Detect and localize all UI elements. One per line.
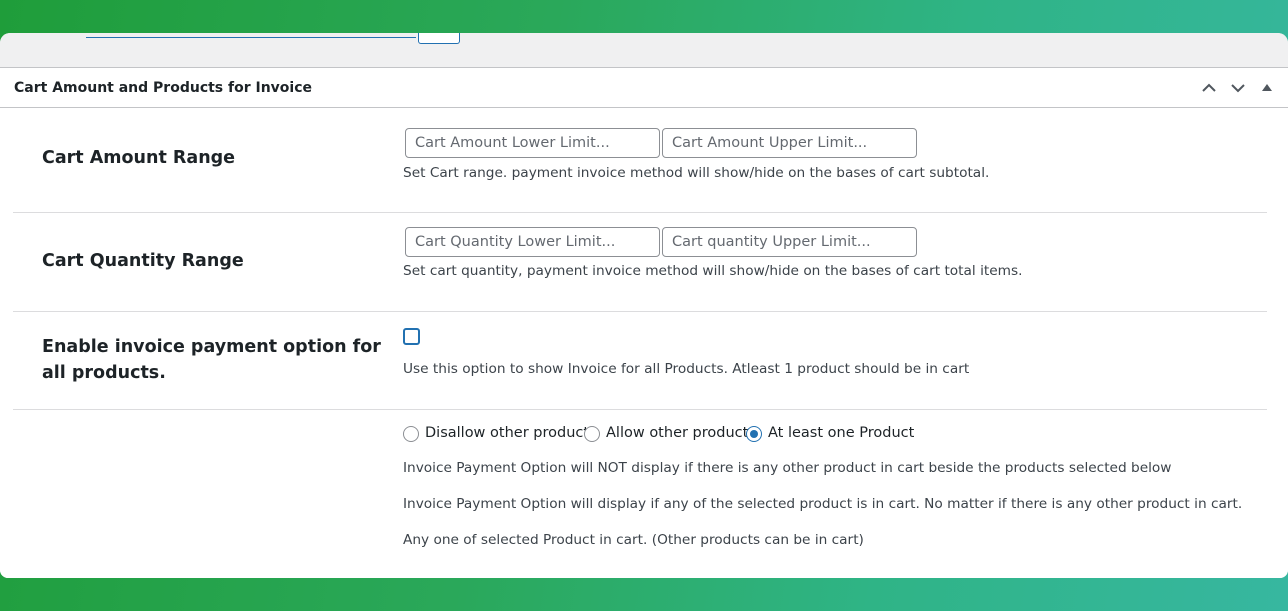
triangle-up-icon[interactable] [1257, 78, 1277, 98]
cart-quantity-description: Set cart quantity, payment invoice metho… [403, 263, 1023, 279]
cart-quantity-label: Cart Quantity Range [42, 251, 244, 271]
settings-window: Cart Amount and Products for Invoice Car… [0, 33, 1288, 578]
enable-all-description: Use this option to show Invoice for all … [403, 361, 970, 377]
radio-allow-other-products[interactable] [584, 426, 600, 442]
cart-amount-upper-input[interactable]: Cart Amount Upper Limit... [662, 128, 917, 158]
cart-amount-label: Cart Amount Range [42, 148, 236, 168]
chevron-down-icon[interactable] [1228, 78, 1248, 98]
cart-amount-lower-input[interactable]: Cart Amount Lower Limit... [405, 128, 660, 158]
note-disallow: Invoice Payment Option will NOT display … [403, 460, 1172, 476]
radio-label-allow[interactable]: Allow other products [606, 425, 756, 441]
cut-off-link[interactable] [86, 33, 416, 38]
invoice-settings-panel: Cart Amount and Products for Invoice Car… [0, 67, 1288, 578]
cart-quantity-row: Cart Quantity Range Cart Quantity Lower … [13, 213, 1267, 312]
top-strip [0, 33, 1288, 67]
radio-label-disallow[interactable]: Disallow other products [425, 425, 597, 441]
note-at-least-one: Any one of selected Product in cart. (Ot… [403, 532, 864, 548]
note-allow: Invoice Payment Option will display if a… [403, 496, 1243, 512]
enable-all-row: Enable invoice payment option for all pr… [13, 312, 1267, 410]
enable-all-checkbox[interactable] [403, 328, 420, 345]
cart-quantity-upper-input[interactable]: Cart quantity Upper Limit... [662, 227, 917, 257]
cut-off-field[interactable] [418, 33, 460, 44]
radio-label-at-least-one[interactable]: At least one Product [768, 425, 914, 441]
cart-amount-description: Set Cart range. payment invoice method w… [403, 165, 990, 181]
panel-header: Cart Amount and Products for Invoice [0, 68, 1288, 108]
panel-title: Cart Amount and Products for Invoice [14, 80, 313, 96]
radio-at-least-one-product[interactable] [746, 426, 762, 442]
product-mode-row: Disallow other products Allow other prod… [13, 410, 1267, 577]
chevron-up-icon[interactable] [1199, 78, 1219, 98]
cart-amount-row: Cart Amount Range Cart Amount Lower Limi… [13, 108, 1267, 213]
radio-disallow-other-products[interactable] [403, 426, 419, 442]
enable-all-label: Enable invoice payment option for all pr… [42, 337, 381, 383]
cart-quantity-lower-input[interactable]: Cart Quantity Lower Limit... [405, 227, 660, 257]
